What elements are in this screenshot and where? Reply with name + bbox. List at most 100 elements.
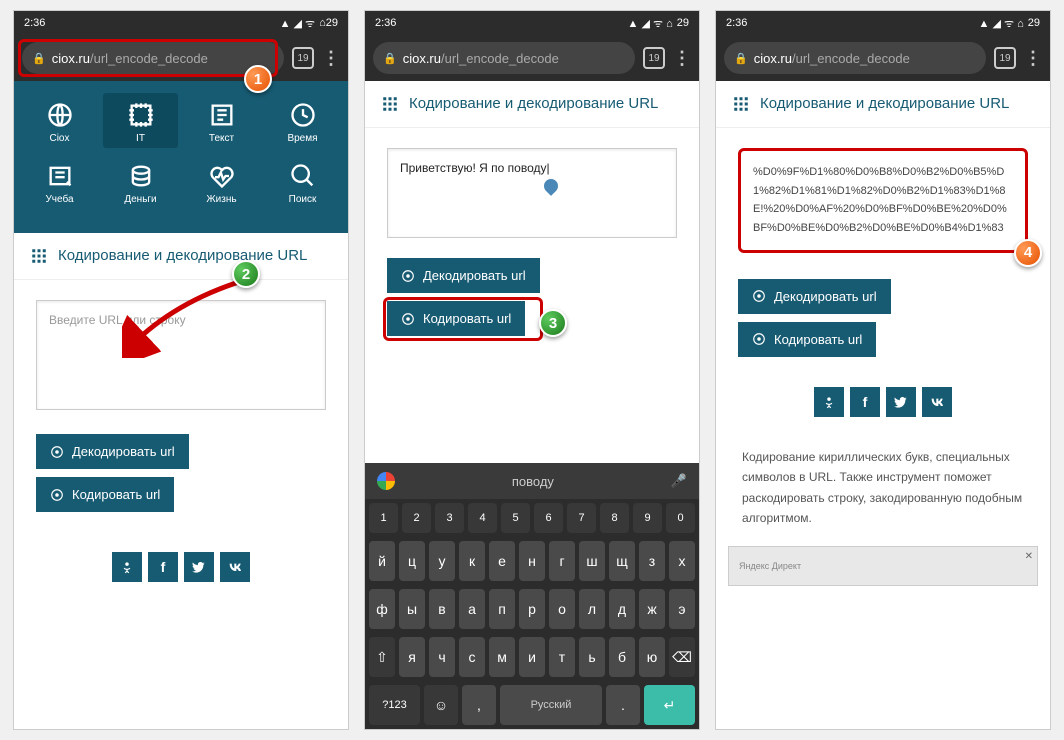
keyboard-suggestion[interactable]: поводу: [512, 474, 554, 489]
nav-money[interactable]: Деньги: [103, 154, 178, 209]
key[interactable]: ы: [399, 589, 425, 629]
key-backspace[interactable]: ⌫: [669, 637, 695, 677]
key[interactable]: п: [489, 589, 515, 629]
social-tw[interactable]: [886, 387, 916, 417]
url-input[interactable]: Приветствую! Я по поводу|: [387, 148, 677, 238]
tab-count[interactable]: 19: [994, 47, 1016, 69]
key-dot[interactable]: .: [606, 685, 640, 725]
key[interactable]: х: [669, 541, 695, 581]
key-8[interactable]: 8: [600, 503, 629, 533]
key[interactable]: в: [429, 589, 455, 629]
key-4[interactable]: 4: [468, 503, 497, 533]
key[interactable]: а: [459, 589, 485, 629]
decode-button[interactable]: Декодировать url: [738, 279, 891, 314]
key[interactable]: р: [519, 589, 545, 629]
social-tw[interactable]: [184, 552, 214, 582]
key-9[interactable]: 9: [633, 503, 662, 533]
key[interactable]: т: [549, 637, 575, 677]
key[interactable]: к: [459, 541, 485, 581]
mic-icon[interactable]: 🎤: [671, 473, 687, 489]
social-vk[interactable]: [922, 387, 952, 417]
social-buttons: f: [814, 387, 952, 417]
nav-it[interactable]: IT: [103, 93, 178, 148]
browser-chrome: 🔒 ciox.ru/url_encode_decode 19 ⋮ 1: [14, 35, 348, 81]
key[interactable]: д: [609, 589, 635, 629]
menu-icon[interactable]: ⋮: [673, 48, 691, 69]
nav-ciox[interactable]: Ciox: [22, 93, 97, 148]
key-3[interactable]: 3: [435, 503, 464, 533]
key[interactable]: г: [549, 541, 575, 581]
key[interactable]: ф: [369, 589, 395, 629]
address-bar[interactable]: 🔒 ciox.ru/url_encode_decode: [724, 42, 986, 74]
key[interactable]: ч: [429, 637, 455, 677]
key-7[interactable]: 7: [567, 503, 596, 533]
social-fb[interactable]: f: [148, 552, 178, 582]
encode-button[interactable]: Кодировать url: [387, 301, 525, 336]
key[interactable]: ц: [399, 541, 425, 581]
key[interactable]: м: [489, 637, 515, 677]
nav-study[interactable]: Учеба: [22, 154, 97, 209]
ad-banner[interactable]: Яндекс Директ ✕: [728, 546, 1038, 586]
status-bar: 2:36 ▲ ◢ ᯤ ⌂29: [365, 11, 699, 35]
key[interactable]: и: [519, 637, 545, 677]
key[interactable]: у: [429, 541, 455, 581]
key-symbols[interactable]: ?123: [369, 685, 420, 725]
key[interactable]: ш: [579, 541, 605, 581]
key-comma[interactable]: ,: [462, 685, 496, 725]
lock-icon: 🔒: [383, 52, 397, 65]
nav-text[interactable]: Текст: [184, 93, 259, 148]
decode-button[interactable]: Декодировать url: [36, 434, 189, 469]
nav-search[interactable]: Поиск: [265, 154, 340, 209]
social-vk[interactable]: [220, 552, 250, 582]
menu-icon[interactable]: ⋮: [1024, 48, 1042, 69]
menu-icon[interactable]: ⋮: [322, 48, 340, 69]
battery-icon: ⌂29: [319, 17, 338, 29]
callout-2: 2: [232, 260, 260, 288]
key[interactable]: щ: [609, 541, 635, 581]
lock-icon: 🔒: [32, 52, 46, 65]
text-caret-handle[interactable]: [542, 176, 562, 196]
key-enter[interactable]: ↵: [644, 685, 695, 725]
tab-count[interactable]: 19: [643, 47, 665, 69]
key[interactable]: е: [489, 541, 515, 581]
soft-keyboard: поводу 🎤 1234567890 йцукенгшщзх фывапрол…: [365, 463, 699, 729]
tab-count[interactable]: 19: [292, 47, 314, 69]
address-bar[interactable]: 🔒 ciox.ru/url_encode_decode: [22, 42, 284, 74]
encode-button[interactable]: Кодировать url: [738, 322, 876, 357]
key[interactable]: й: [369, 541, 395, 581]
key[interactable]: э: [669, 589, 695, 629]
address-bar[interactable]: 🔒 ciox.ru/url_encode_decode: [373, 42, 635, 74]
key[interactable]: я: [399, 637, 425, 677]
nav-life[interactable]: Жизнь: [184, 154, 259, 209]
google-icon[interactable]: [377, 472, 395, 490]
key[interactable]: о: [549, 589, 575, 629]
url-input[interactable]: Введите URL или строку: [36, 300, 326, 410]
encode-button[interactable]: Кодировать url: [36, 477, 174, 512]
page-description: Кодирование кириллических букв, специаль…: [742, 447, 1024, 529]
key[interactable]: ж: [639, 589, 665, 629]
key-1[interactable]: 1: [369, 503, 398, 533]
key[interactable]: с: [459, 637, 485, 677]
url-input-encoded[interactable]: %D0%9F%D1%80%D0%B8%D0%B2%D0%B5%D1%82%D1%…: [738, 148, 1028, 253]
key-space[interactable]: Русский: [500, 685, 602, 725]
key-2[interactable]: 2: [402, 503, 431, 533]
key-5[interactable]: 5: [501, 503, 530, 533]
key[interactable]: н: [519, 541, 545, 581]
key-emoji[interactable]: ☺: [424, 685, 458, 725]
status-time: 2:36: [375, 17, 396, 29]
social-fb[interactable]: f: [850, 387, 880, 417]
key-0[interactable]: 0: [666, 503, 695, 533]
key[interactable]: б: [609, 637, 635, 677]
key[interactable]: ю: [639, 637, 665, 677]
ad-close-icon[interactable]: ✕: [1025, 551, 1033, 562]
key-shift[interactable]: ⇧: [369, 637, 395, 677]
key[interactable]: з: [639, 541, 665, 581]
social-ok[interactable]: [112, 552, 142, 582]
key[interactable]: ь: [579, 637, 605, 677]
key[interactable]: л: [579, 589, 605, 629]
social-ok[interactable]: [814, 387, 844, 417]
nav-time[interactable]: Время: [265, 93, 340, 148]
key-6[interactable]: 6: [534, 503, 563, 533]
url-domain: ciox.ru: [52, 51, 90, 66]
decode-button[interactable]: Декодировать url: [387, 258, 540, 293]
